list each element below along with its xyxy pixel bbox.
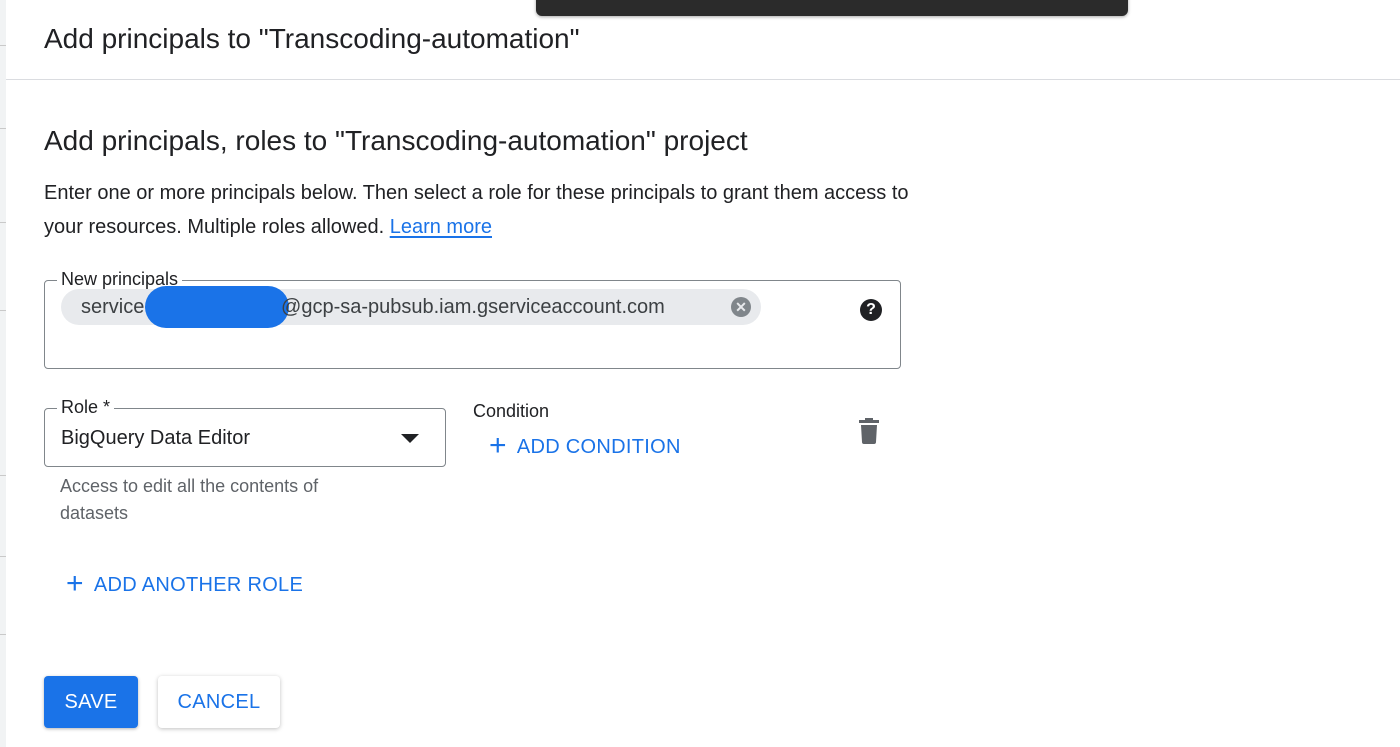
add-condition-label: ADD CONDITION [516,435,681,458]
edge-divider [0,475,6,476]
role-label: Role * [57,396,115,418]
help-circle-icon[interactable]: ? [860,299,882,321]
edge-divider [0,634,6,635]
dropdown-arrow-icon [401,434,419,443]
role-helper-text: Access to edit all the contents of datas… [60,476,319,523]
edge-divider [0,222,6,223]
add-another-role-button[interactable]: + ADD ANOTHER ROLE [66,567,304,600]
edge-divider [0,128,6,129]
role-select[interactable]: Role * BigQuery Data Editor [44,396,446,467]
new-principals-field[interactable]: New principals service- @gcp-sa-pubsub.i… [44,268,901,369]
learn-more-link[interactable]: Learn more [390,216,492,238]
header-divider [6,79,1400,80]
redaction-mark [145,286,290,328]
principal-chip[interactable]: service- @gcp-sa-pubsub.iam.gserviceacco… [61,286,761,328]
top-overlay-bar [536,0,1128,16]
condition-label: Condition [473,401,550,421]
edge-divider [0,556,6,557]
role-selected-value: BigQuery Data Editor [61,427,250,449]
dialog-title: Add principals to "Transcoding-automatio… [44,23,580,54]
section-title: Add principals, roles to "Transcoding-au… [44,125,748,156]
plus-icon: + [66,567,84,600]
add-condition-button[interactable]: + ADD CONDITION [489,429,681,462]
section-description: Enter one or more principals below. Then… [44,176,924,244]
principal-chip-suffix: @gcp-sa-pubsub.iam.gserviceaccount.com [281,295,665,318]
edge-divider [0,45,6,46]
plus-icon: + [489,429,507,462]
add-another-role-label: ADD ANOTHER ROLE [93,573,304,596]
save-button[interactable]: SAVE [44,676,138,728]
cancel-circle-icon[interactable]: ✕ [731,297,751,317]
background-page-edge [0,0,6,747]
delete-icon[interactable] [858,418,880,444]
cancel-button[interactable]: CANCEL [158,676,280,728]
edge-divider [0,310,6,311]
principal-chip-prefix: service- [81,295,152,318]
